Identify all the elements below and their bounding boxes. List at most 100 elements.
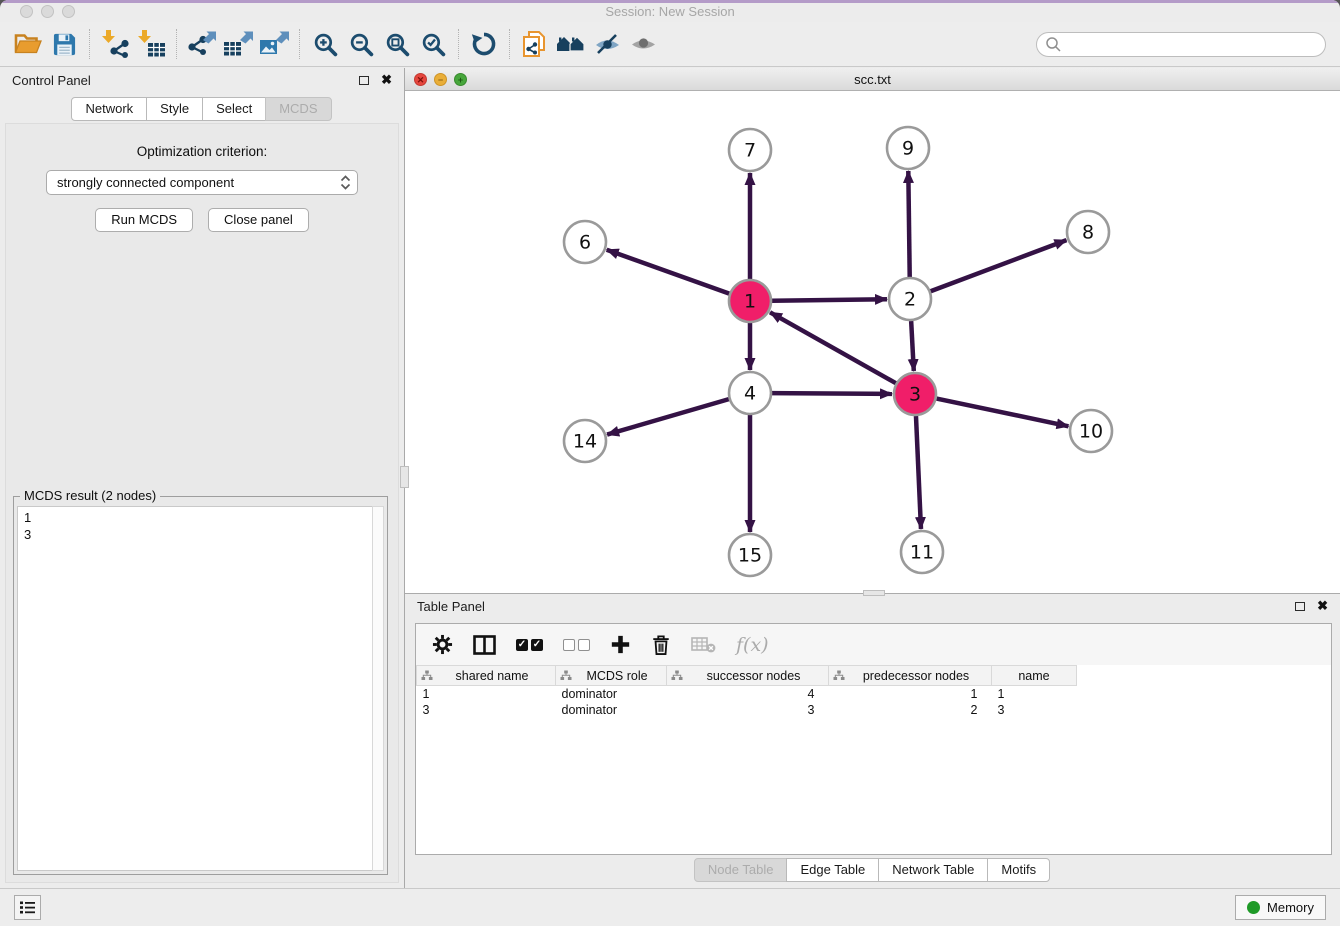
import-network-icon[interactable] [97,27,133,61]
column-header-predecessor-nodes[interactable]: predecessor nodes [829,666,992,686]
tab-motifs[interactable]: Motifs [987,858,1050,882]
task-history-button[interactable] [14,895,41,920]
graph-edge-1-2[interactable] [772,299,887,300]
close-panel-icon[interactable]: ✖ [381,75,392,85]
column-header-shared-name[interactable]: shared name [417,666,556,686]
mcds-result-text[interactable]: 1 3 [17,506,384,871]
cell-name[interactable]: 1 [992,686,1077,702]
apply-layout-icon[interactable] [466,27,502,61]
deselect-all-icon[interactable] [563,639,590,651]
export-image-icon[interactable] [256,27,292,61]
float-table-panel-icon[interactable] [1295,602,1305,611]
cell-successor-nodes[interactable]: 3 [667,702,829,718]
control-panel: Control Panel ✖ Network Style Select MCD… [0,68,405,888]
hide-selected-icon[interactable] [589,27,625,61]
graph-node-label-6: 6 [579,232,591,254]
column-header-name[interactable]: name [992,666,1077,686]
column-settings-icon[interactable] [432,634,453,655]
maximize-window-button[interactable] [62,5,75,18]
close-table-panel-icon[interactable]: ✖ [1317,601,1328,611]
close-window-button[interactable] [20,5,33,18]
tab-node-table[interactable]: Node Table [694,858,788,882]
delete-column-icon[interactable] [651,634,671,656]
network-maximize-button[interactable]: + [454,73,467,86]
add-column-icon[interactable] [610,634,631,655]
cell-successor-nodes[interactable]: 4 [667,686,829,702]
network-minimize-button[interactable]: − [434,73,447,86]
network-close-button[interactable]: ✕ [414,73,427,86]
graph-node-label-9: 9 [902,138,914,160]
table-tabs: Node Table Edge Table Network Table Moti… [405,858,1340,882]
cell-shared-name[interactable]: 1 [417,686,556,702]
graph-node-label-4: 4 [744,383,756,405]
float-panel-icon[interactable] [359,76,369,85]
table-row[interactable]: 1 dominator 4 1 1 [417,686,1077,702]
criterion-dropdown[interactable]: strongly connected component [46,170,358,195]
zoom-selected-icon[interactable] [415,27,451,61]
tab-mcds[interactable]: MCDS [265,97,331,121]
column-type-icon [671,670,683,681]
graph-edge-3-11[interactable] [916,416,921,529]
toolbar-separator [509,29,510,59]
cell-mcds-role[interactable]: dominator [556,686,667,702]
graph-edge-2-3[interactable] [911,321,914,371]
search-input[interactable] [1036,32,1326,57]
import-table-icon[interactable] [133,27,169,61]
minimize-window-button[interactable] [41,5,54,18]
graph-node-label-3: 3 [909,384,921,406]
close-panel-button[interactable]: Close panel [208,208,309,232]
search-icon [1045,36,1062,58]
toolbar-separator [89,29,90,59]
graph-edge-2-9[interactable] [908,171,909,277]
select-all-icon[interactable]: ✓✓ [516,639,543,651]
tab-edge-table[interactable]: Edge Table [786,858,879,882]
memory-button[interactable]: Memory [1235,895,1326,920]
search-container [1036,32,1326,57]
column-header-successor-nodes[interactable]: successor nodes [667,666,829,686]
window-controls [20,5,75,18]
network-window-titlebar[interactable]: ✕ − + scc.txt [405,68,1340,91]
graph-edge-4-3[interactable] [772,393,892,394]
node-table-container: ✓✓ [415,623,1332,855]
graph-edge-1-6[interactable] [607,250,730,294]
tab-style[interactable]: Style [146,97,203,121]
table-panel-header: Table Panel ✖ [405,594,1340,618]
panel-splitter-grip[interactable] [400,466,409,488]
cell-predecessor-nodes[interactable]: 1 [829,686,992,702]
run-mcds-button[interactable]: Run MCDS [95,208,193,232]
zoom-out-icon[interactable] [343,27,379,61]
table-header-row: shared name MCDS role successor nodes [417,666,1077,686]
show-all-icon[interactable] [625,27,661,61]
panel-splitter-grip-horizontal[interactable] [863,590,885,596]
export-table-icon[interactable] [220,27,256,61]
status-bar: Memory [0,888,1340,926]
tab-select[interactable]: Select [202,97,266,121]
zoom-in-icon[interactable] [307,27,343,61]
open-file-icon[interactable] [10,27,46,61]
first-neighbors-icon[interactable] [553,27,589,61]
tab-network-table[interactable]: Network Table [878,858,988,882]
graph-edge-2-8[interactable] [931,240,1067,291]
result-scrollbar[interactable] [372,506,384,871]
split-panel-icon[interactable] [473,635,496,655]
table-row[interactable]: 3 dominator 3 2 3 [417,702,1077,718]
cell-predecessor-nodes[interactable]: 2 [829,702,992,718]
graph-edge-3-1[interactable] [770,312,896,383]
tab-network[interactable]: Network [71,97,147,121]
optimization-criterion-label: Optimization criterion: [6,144,398,159]
graph-edge-4-14[interactable] [607,399,729,434]
graph-node-label-1: 1 [744,291,756,313]
app-titlebar[interactable]: Session: New Session [0,0,1340,22]
save-session-icon[interactable] [46,27,82,61]
cell-mcds-role[interactable]: dominator [556,702,667,718]
network-canvas[interactable]: 7968124314101511 [405,91,1340,593]
column-header-mcds-role[interactable]: MCDS role [556,666,667,686]
graph-edge-3-10[interactable] [937,399,1069,427]
application-window: Session: New Session [0,0,1340,926]
cell-shared-name[interactable]: 3 [417,702,556,718]
network-from-file-icon[interactable] [517,27,553,61]
zoom-fit-icon[interactable] [379,27,415,61]
export-network-icon[interactable] [184,27,220,61]
cell-name[interactable]: 3 [992,702,1077,718]
result-line: 3 [24,526,367,543]
